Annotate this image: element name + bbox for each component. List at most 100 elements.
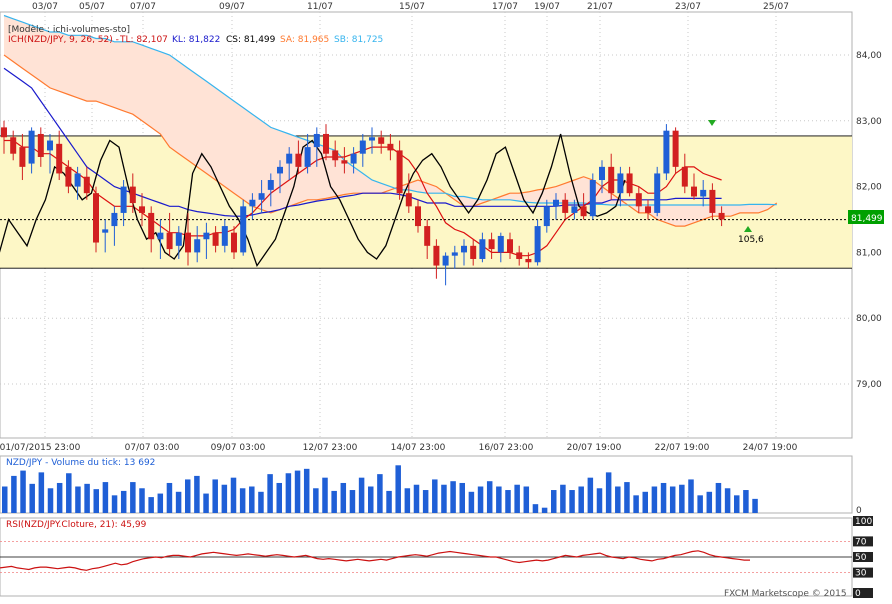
bottom-date-label: 07/07 03:00 [125, 443, 180, 453]
candle-body [589, 180, 596, 217]
volume-bar [111, 495, 118, 513]
rsi-title: RSI(NZD/JPY.Cloture, 21): 45,99 [6, 520, 147, 530]
volume-bar [66, 473, 72, 513]
top-date-label: 07/07 [130, 2, 156, 12]
volume-bar [413, 484, 420, 513]
rsi-tick-label: 100 [855, 517, 872, 527]
volume-bar [84, 483, 90, 513]
candle-body [479, 239, 486, 259]
cs-label: CS: 81,499 [226, 35, 276, 45]
volume-bar [706, 491, 713, 513]
rsi-tick-label: 30 [855, 569, 867, 579]
candle-body [304, 147, 311, 167]
candle-body [37, 133, 44, 157]
volume-bar [303, 468, 310, 513]
candle-body [267, 180, 274, 190]
volume-bar [175, 491, 182, 513]
candle-body [626, 173, 633, 194]
candle-body [240, 206, 247, 253]
volume-bar [724, 488, 731, 513]
volume-bar [20, 470, 26, 513]
candle-body [672, 130, 679, 167]
sb-label: SB: 81,725 [334, 35, 383, 45]
volume-bar [102, 482, 109, 513]
candle-body [74, 173, 81, 187]
candle-body [277, 166, 283, 174]
candle-body [580, 206, 587, 217]
volume-bar [441, 484, 447, 513]
candle-body [295, 153, 302, 167]
candle-body [507, 239, 513, 253]
volume-bar [532, 504, 539, 513]
volume-bar [624, 482, 630, 513]
volume-bar [212, 479, 218, 513]
volume-bar [734, 495, 740, 513]
volume-bar [669, 486, 676, 513]
candle-body [387, 143, 394, 151]
rsi-tick-label: 70 [855, 537, 867, 547]
bottom-date-label: 22/07 19:00 [655, 443, 710, 453]
candle-body [599, 166, 605, 181]
volume-bar [29, 483, 35, 513]
volume-bar [541, 507, 548, 513]
volume-bar [633, 495, 639, 513]
current-price-label: 81,499 [851, 214, 883, 224]
copyright: FXCM Marketscope © 2015 [724, 589, 847, 599]
volume-bar [185, 479, 191, 513]
candle-body [175, 232, 182, 246]
volume-bar [285, 473, 292, 513]
volume-bar [194, 475, 200, 513]
candle-body [525, 258, 532, 263]
candle-body [10, 137, 17, 154]
candle [93, 186, 99, 253]
ichimoku-chart: 03/07 05/07 07/07 09/07 11/07 15/07 17/07 19/07… [0, 0, 892, 600]
candle [240, 199, 247, 256]
top-date-label: 03/07 [32, 2, 58, 12]
volume-bar [148, 497, 154, 513]
candle-body [203, 232, 210, 240]
price-tick-label: 81,00 [856, 248, 882, 258]
volume-bar [569, 490, 575, 513]
top-date-label: 19/07 [534, 2, 560, 12]
volume-bar [514, 484, 520, 513]
volume-bar [47, 488, 54, 513]
candle-body [359, 140, 366, 154]
volume-bar [551, 490, 557, 513]
volume-bar [331, 490, 337, 513]
volume-bar [157, 493, 164, 513]
volume-bar [221, 484, 228, 513]
candle-body [433, 245, 440, 266]
candle-body [396, 150, 403, 194]
volume-bar [468, 491, 475, 513]
volume-bar [368, 486, 374, 513]
volume-bar [340, 482, 347, 513]
candle-body [102, 229, 109, 233]
top-date-label: 05/07 [79, 2, 105, 12]
candle-body [47, 140, 53, 151]
rsi-tick-label: 50 [855, 553, 867, 563]
price-tick-label: 79,00 [856, 380, 882, 390]
volume-bar [523, 486, 530, 513]
candle-body [461, 245, 467, 253]
candle-body [332, 150, 339, 161]
candle-body [166, 232, 173, 250]
candle-body [488, 239, 495, 250]
volume-bar [688, 479, 694, 513]
candle-body [497, 235, 504, 253]
candle-body [543, 206, 550, 227]
volume-bar [11, 475, 17, 513]
price-annotation: 105,6 [738, 235, 764, 245]
volume-bar [459, 482, 465, 513]
volume-bar [130, 482, 136, 513]
candle-body [470, 245, 477, 259]
candle-body [562, 199, 569, 213]
candle-body [111, 212, 118, 227]
volume-bar [239, 488, 246, 513]
price-tick-label: 84,00 [856, 51, 882, 61]
candle-body [323, 133, 329, 154]
candle-body [681, 166, 688, 187]
tl-label: TL: 82,107 [119, 35, 168, 45]
candle-body [553, 199, 559, 207]
volume-bar [120, 490, 127, 513]
candle-body [700, 189, 707, 197]
